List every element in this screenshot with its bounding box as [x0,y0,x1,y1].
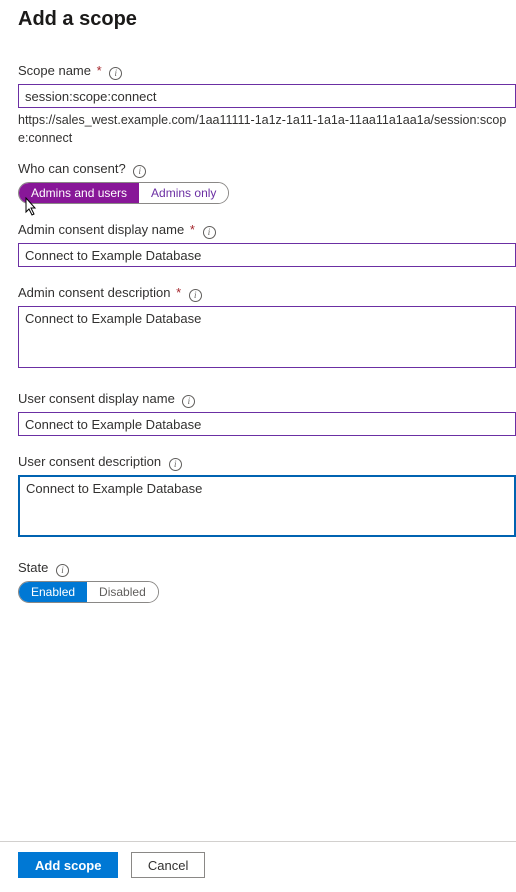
info-icon[interactable]: i [169,458,182,471]
footer: Add scope Cancel [0,841,516,892]
cancel-button[interactable]: Cancel [131,852,205,878]
admin-display-input[interactable] [18,243,516,267]
user-desc-input[interactable] [18,475,516,537]
consent-toggle[interactable]: Admins and users Admins only [18,182,229,204]
required-indicator: * [176,285,181,300]
info-icon[interactable]: i [56,564,69,577]
state-label: State [18,560,48,575]
consent-option-admins-users[interactable]: Admins and users [19,183,139,203]
state-option-disabled[interactable]: Disabled [87,582,158,602]
user-desc-label: User consent description [18,454,161,469]
info-icon[interactable]: i [189,289,202,302]
user-display-label: User consent display name [18,391,175,406]
state-option-enabled[interactable]: Enabled [19,582,87,602]
scope-name-input[interactable] [18,84,516,108]
consent-label: Who can consent? [18,161,126,176]
required-indicator: * [97,63,102,78]
scope-name-helper: https://sales_west.example.com/1aa11111-… [18,112,508,147]
info-icon[interactable]: i [109,67,122,80]
add-scope-button[interactable]: Add scope [18,852,118,878]
scope-name-label: Scope name [18,63,91,78]
admin-display-label: Admin consent display name [18,222,184,237]
admin-desc-label: Admin consent description [18,285,170,300]
admin-desc-input[interactable] [18,306,516,368]
info-icon[interactable]: i [133,165,146,178]
info-icon[interactable]: i [182,395,195,408]
page-title: Add a scope [18,8,516,31]
consent-option-admins-only[interactable]: Admins only [139,183,228,203]
state-toggle[interactable]: Enabled Disabled [18,581,159,603]
info-icon[interactable]: i [203,226,216,239]
user-display-input[interactable] [18,412,516,436]
required-indicator: * [190,222,195,237]
